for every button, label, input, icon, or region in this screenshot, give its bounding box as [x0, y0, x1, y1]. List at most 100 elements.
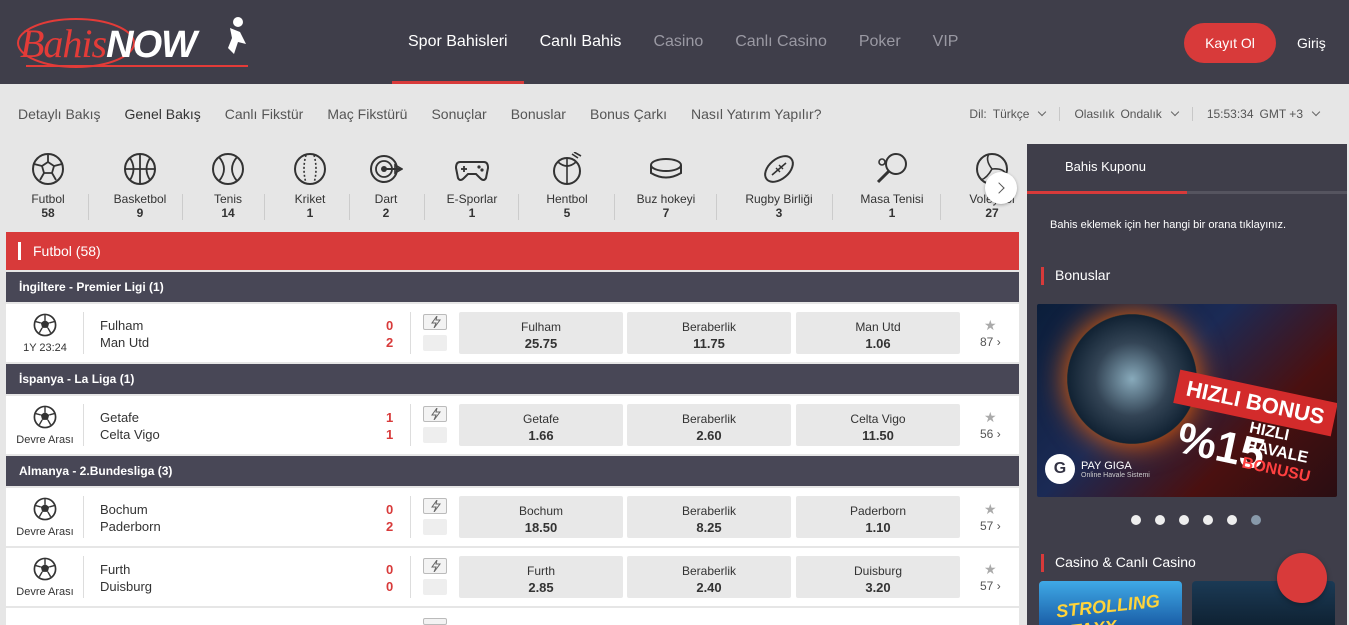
subnav-detayli-bakis[interactable]: Detaylı Bakış: [18, 106, 100, 122]
section-title[interactable]: Futbol (58): [6, 232, 1019, 270]
home-team: Fulham: [100, 318, 144, 333]
paygiga-subtitle: Online Havale Sistemi: [1081, 471, 1150, 479]
nav-canli-casino[interactable]: Canlı Casino: [719, 0, 843, 84]
nav-spor-bahisleri[interactable]: Spor Bahisleri: [392, 0, 524, 84]
odds-format-select[interactable]: Olasılık Ondalık: [1059, 107, 1191, 121]
nav-poker[interactable]: Poker: [843, 0, 917, 84]
subnav-canli-fikstur[interactable]: Canlı Fikstür: [225, 106, 304, 122]
divider: [518, 194, 519, 220]
odds-format-label: Olasılık: [1074, 107, 1115, 121]
more-markets-link[interactable]: 57 ›: [980, 579, 1001, 593]
odd-button-away[interactable]: Paderborn 1.10: [796, 496, 960, 538]
sport-masa-tenisi[interactable]: Masa Tenisi 1: [858, 152, 926, 230]
odd-label: Paderborn: [849, 504, 907, 518]
subnav-mac-fiksturu[interactable]: Maç Fikstürü: [327, 106, 407, 122]
carousel-dot[interactable]: [1155, 515, 1165, 525]
placeholder-box: [423, 519, 447, 535]
sport-label: Hentbol: [546, 192, 588, 206]
odd-label: Beraberlik: [681, 564, 737, 578]
game-tile-strolling-staxx[interactable]: STROLLING STAXX: [1039, 581, 1182, 625]
star-icon[interactable]: ★: [984, 317, 997, 334]
bet-slip-tab[interactable]: Bahis Kuponu: [1027, 144, 1187, 194]
carousel-dot[interactable]: [1131, 515, 1141, 525]
star-icon[interactable]: ★: [984, 409, 997, 426]
live-chat-button[interactable]: [1277, 553, 1327, 603]
odd-button-home[interactable]: Fulham 25.75: [459, 312, 623, 354]
league-header[interactable]: Almanya - 2.Bundesliga (3): [6, 456, 1019, 486]
subnav-genel-bakis[interactable]: Genel Bakış: [124, 106, 200, 122]
divider: [83, 404, 84, 446]
odd-button-draw[interactable]: Beraberlik 2.40: [627, 556, 791, 598]
league-header[interactable]: İngiltere - Premier Ligi (1): [6, 272, 1019, 302]
odd-button-away[interactable]: Man Utd 1.06: [796, 312, 960, 354]
carousel-dot[interactable]: [1227, 515, 1237, 525]
main-nav: Spor Bahisleri Canlı Bahis Casino Canlı …: [392, 0, 974, 84]
nav-vip[interactable]: VIP: [917, 0, 975, 84]
live-stream-button[interactable]: [423, 558, 447, 574]
match-row[interactable]: 1Y 23:24 Fulham Man Utd 0 2 Fulham 25.75 …: [6, 304, 1019, 362]
carousel-dot[interactable]: [1203, 515, 1213, 525]
sport-tenis[interactable]: Tenis 14: [204, 152, 252, 230]
chevron-right-icon[interactable]: [985, 172, 1017, 204]
sport-futbol[interactable]: Futbol 58: [24, 152, 72, 230]
star-icon[interactable]: ★: [984, 561, 997, 578]
odd-button-home[interactable]: Bochum 18.50: [459, 496, 623, 538]
sport-buz-hokeyi[interactable]: Buz hokeyi 7: [634, 152, 698, 230]
more-markets-link[interactable]: 87 ›: [980, 335, 1001, 349]
home-score: 0: [386, 502, 394, 517]
nav-casino[interactable]: Casino: [637, 0, 719, 84]
live-stream-button[interactable]: [423, 498, 447, 514]
promo-banner[interactable]: HIZLI BONUS %15 HIZLI HAVALE BONUSU G PAY G…: [1037, 304, 1337, 497]
more-markets-link[interactable]: 57 ›: [980, 519, 1001, 533]
odd-button-away[interactable]: Duisburg 3.20: [796, 556, 960, 598]
away-team: Paderborn: [100, 519, 161, 534]
more-markets-count: 57: [980, 579, 994, 593]
divider: [349, 194, 350, 220]
carousel-dot[interactable]: [1179, 515, 1189, 525]
soccer-ball-icon: [33, 313, 57, 337]
star-icon[interactable]: ★: [984, 501, 997, 518]
odd-button-away[interactable]: Celta Vigo 11.50: [796, 404, 960, 446]
subnav-bonuslar[interactable]: Bonuslar: [511, 106, 566, 122]
sport-hentbol[interactable]: Hentbol 5: [541, 152, 593, 230]
odd-button-draw[interactable]: Beraberlik 2.60: [627, 404, 791, 446]
match-row[interactable]: Devre Arası Bochum Paderborn 0 2 Bochum 1…: [6, 488, 1019, 546]
sport-count: 14: [221, 206, 235, 220]
language-select[interactable]: Dil: Türkçe: [955, 107, 1059, 121]
away-score: 0: [386, 579, 394, 594]
more-markets-count: 57: [980, 519, 994, 533]
sport-dart[interactable]: Dart 2: [364, 152, 408, 230]
odd-button-home[interactable]: Getafe 1.66: [459, 404, 623, 446]
live-stream-button[interactable]: [423, 314, 447, 330]
odd-button-draw[interactable]: Beraberlik 11.75: [627, 312, 791, 354]
sport-e-sporlar[interactable]: E-Sporlar 1: [442, 152, 502, 230]
divider: [410, 496, 411, 538]
live-stream-button[interactable]: [423, 406, 447, 422]
league-header[interactable]: İspanya - La Liga (1): [6, 364, 1019, 394]
odd-button-draw[interactable]: Beraberlik 8.25: [627, 496, 791, 538]
subnav-nasil-yatirim[interactable]: Nasıl Yatırım Yapılır?: [691, 106, 821, 122]
nav-canli-bahis[interactable]: Canlı Bahis: [524, 0, 638, 84]
soccer-ball-icon: [33, 405, 57, 429]
sport-label: Buz hokeyi: [636, 192, 696, 206]
sport-kriket[interactable]: Kriket 1: [286, 152, 334, 230]
sport-basketbol[interactable]: Basketbol 9: [108, 152, 172, 230]
login-button[interactable]: Giriş: [1297, 23, 1326, 63]
more-markets-link[interactable]: 56 ›: [980, 427, 1001, 441]
live-stream-button[interactable]: [423, 618, 447, 625]
lightning-icon: [431, 500, 441, 512]
timezone-select[interactable]: 15:53:34 GMT +3: [1191, 107, 1333, 121]
bahisnow-logo[interactable]: BahisNOW: [16, 14, 252, 72]
match-row[interactable]: Devre Arası Furth Duisburg 0 0 Furth 2.85…: [6, 548, 1019, 606]
register-button[interactable]: Kayıt Ol: [1184, 23, 1276, 63]
match-row-partial[interactable]: [6, 608, 1019, 625]
odd-label: Man Utd: [855, 320, 901, 334]
odd-value: 11.75: [693, 336, 725, 351]
sport-rugby-birligi[interactable]: Rugby Birliği 3: [742, 152, 816, 230]
match-row[interactable]: Devre Arası Getafe Celta Vigo 1 1 Getafe…: [6, 396, 1019, 454]
subnav-bonus-carki[interactable]: Bonus Çarkı: [590, 106, 667, 122]
subnav-sonuclar[interactable]: Sonuçlar: [431, 106, 486, 122]
odd-button-home[interactable]: Furth 2.85: [459, 556, 623, 598]
divider: [264, 194, 265, 220]
carousel-dot-active[interactable]: [1251, 515, 1261, 525]
